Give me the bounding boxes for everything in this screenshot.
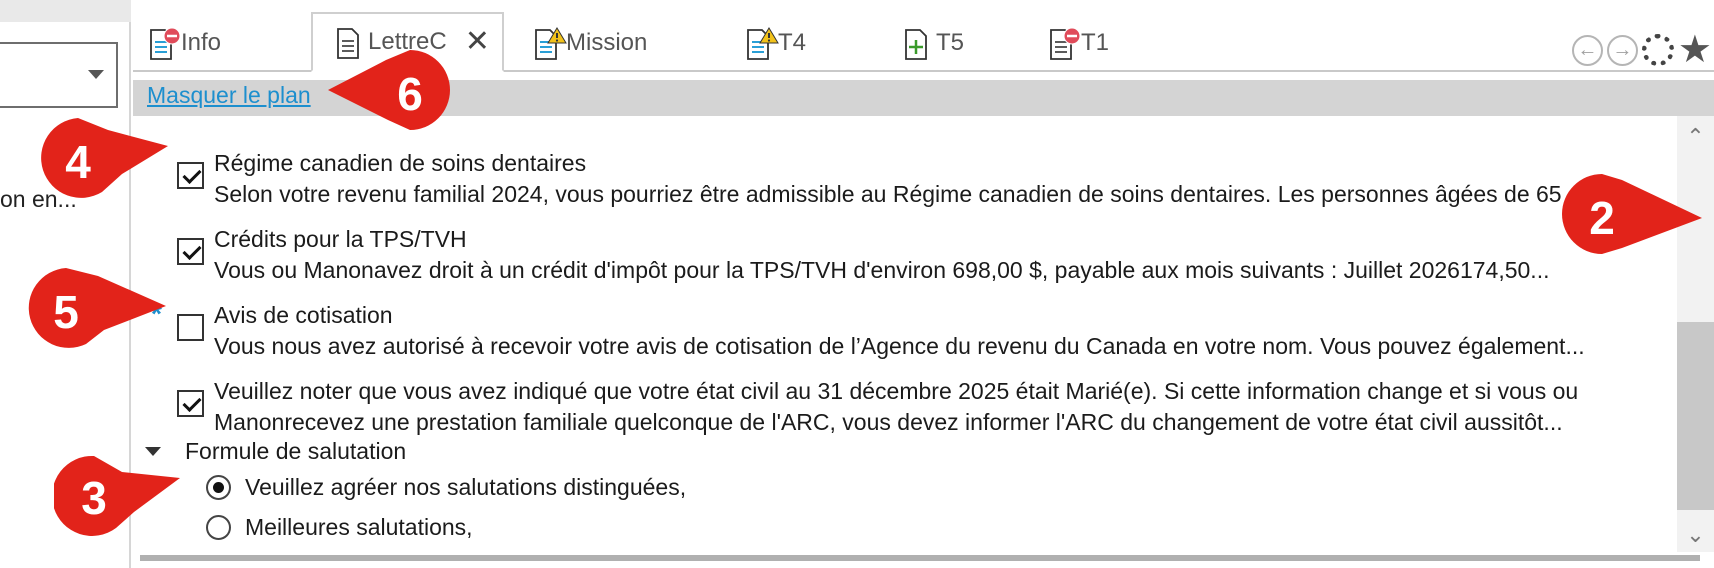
item-description: Vous ou Manonavez droit à un crédit d'im… (214, 257, 1550, 283)
callout-number: 2 (1589, 192, 1615, 244)
callout-number: 5 (53, 286, 79, 338)
salutation-option-formal[interactable]: Veuillez agréer nos salutations distingu… (206, 474, 686, 501)
gst-credit-checkbox[interactable] (177, 238, 204, 265)
salutation-option-best[interactable]: Meilleures salutations, (206, 514, 473, 541)
callout-2: 2 (1562, 174, 1702, 258)
radio-label: Veuillez agréer nos salutations distingu… (245, 474, 687, 500)
tab-label: Info (181, 29, 222, 56)
horizontal-scrollbar[interactable] (140, 555, 1700, 561)
radio-button[interactable] (206, 475, 231, 500)
hide-outline-link[interactable]: Masquer le plan (147, 82, 311, 109)
letter-options-panel: Régime canadien de soins dentaires Selon… (133, 116, 1677, 552)
radio-button[interactable] (206, 515, 231, 540)
tab-info[interactable]: Info (148, 14, 221, 72)
callout-3: 3 (54, 455, 180, 538)
callout-4: 4 (38, 118, 168, 202)
doc-error-icon (148, 27, 181, 60)
tab-label: T4 (778, 29, 807, 56)
doc-warning-icon (745, 27, 779, 60)
marital-status-checkbox[interactable] (177, 390, 204, 417)
item-description: Vous nous avez autorisé à recevoir votre… (214, 333, 1585, 359)
back-arrow-icon[interactable]: ← (1571, 34, 1603, 66)
tab-t1[interactable]: T1 (1048, 14, 1109, 72)
callout-number: 3 (81, 472, 107, 524)
callout-5: 5 (26, 268, 166, 352)
tab-label: T1 (1081, 29, 1110, 56)
item-title: Régime canadien de soins dentaires (214, 150, 587, 176)
assessment-notice-checkbox[interactable] (177, 314, 204, 341)
item-title: Avis de cotisation (214, 302, 393, 328)
refresh-icon[interactable] (1641, 34, 1674, 66)
left-dropdown[interactable] (0, 42, 118, 108)
item-description: Selon votre revenu familial 2024, vous p… (214, 181, 1625, 207)
nav-controls: ← → ★ (1571, 31, 1712, 69)
tab-label: Mission (566, 29, 648, 56)
scroll-down-icon[interactable]: ⌄ (1677, 522, 1714, 547)
chevron-down-icon (88, 70, 104, 79)
dental-plan-checkbox[interactable] (177, 162, 204, 189)
callout-number: 4 (65, 136, 91, 188)
tab-t5[interactable]: T5 (903, 14, 964, 72)
tab-t4[interactable]: T4 (745, 14, 806, 72)
doc-warning-icon (533, 27, 567, 60)
salutation-title: Formule de salutation (185, 438, 407, 464)
star-icon[interactable]: ★ (1678, 31, 1712, 69)
salutation-section-header[interactable]: Formule de salutation (145, 438, 406, 465)
doc-add-icon (903, 27, 928, 60)
callout-number: 6 (397, 68, 423, 120)
item-title: Veuillez noter que vous avez indiqué que… (214, 378, 1579, 404)
item-description: Manonrecevez une prestation familiale qu… (214, 409, 1563, 435)
scroll-up-icon[interactable]: ⌃ (1677, 124, 1714, 149)
callout-6: 6 (328, 50, 450, 134)
close-icon[interactable]: ✕ (465, 27, 490, 57)
tab-mission[interactable]: Mission (533, 14, 647, 72)
radio-label: Meilleures salutations, (245, 514, 473, 540)
item-title: Crédits pour la TPS/TVH (214, 226, 467, 252)
tab-label: T5 (936, 29, 965, 56)
left-panel-header (0, 0, 131, 22)
scroll-thumb[interactable] (1677, 322, 1714, 510)
doc-error-icon (1048, 27, 1081, 60)
forward-arrow-icon[interactable]: → (1606, 34, 1638, 66)
